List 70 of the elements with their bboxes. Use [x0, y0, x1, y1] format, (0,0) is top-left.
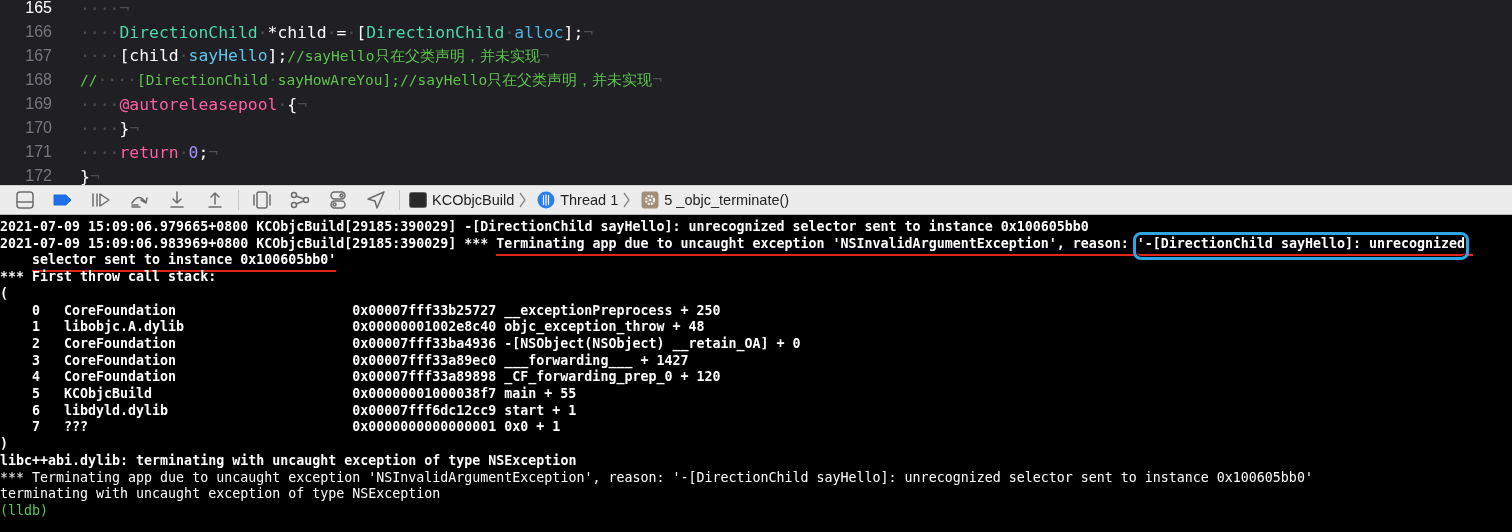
frame-symbol: 0x0 + 1	[504, 419, 561, 437]
frame-address: 0x00007fff6dc12cc9	[352, 402, 497, 420]
frame-symbol: objc_exception_throw + 48	[504, 319, 705, 336]
frame-address: 0x00007fff33b25727	[352, 302, 497, 320]
frame-index: 2	[32, 335, 41, 353]
chevron-icon	[519, 191, 528, 209]
console-line: )	[0, 436, 9, 453]
console-line: *** First throw call stack:	[0, 269, 218, 286]
console-line: (	[0, 285, 9, 303]
console-line: terminating with uncaught exception of type NSException	[0, 486, 442, 503]
frame-index: 3	[32, 352, 41, 370]
frame-library: CoreFoundation	[64, 335, 177, 353]
code-line: }¬	[80, 166, 100, 185]
line-number: 169	[24, 95, 52, 113]
code-line: ····@autoreleasepool·{¬	[80, 94, 307, 114]
console-line: *** Terminating app due to uncaught exception 'NSInvalidArgumentException', reason: '-[DirectionChild sayHello]: unrecognized selector sent to instance 0x100605bb0'	[0, 469, 1314, 487]
frame-address: 0x00007fff33ba4936	[352, 335, 497, 353]
line-number: 167	[24, 47, 52, 65]
code-line: ····[child·sayHello];//sayHello只在父类声明，并未实现¬	[80, 46, 550, 66]
breadcrumb-item[interactable]: 5 _objc_terminate()	[664, 192, 790, 208]
frame-library: ???	[64, 419, 89, 437]
frame-address: 0x0000000000000001	[352, 419, 497, 437]
frame-library: CoreFoundation	[64, 352, 177, 369]
terminal-icon	[409, 192, 427, 208]
frame-index: 0	[32, 302, 41, 320]
line-number: 168	[24, 71, 52, 89]
line-number: 165	[24, 0, 52, 17]
frame-library: CoreFoundation	[64, 302, 177, 319]
code-line: ····DirectionChild·*child·=·[DirectionChild·alloc];¬	[80, 22, 594, 42]
frame-symbol: ___forwarding___ + 1427	[504, 352, 689, 369]
console-line: 2021-07-09 15:09:06.983969+0800 KCObjcBuild[29185:390029] *** Terminating app due to uncaught exception 'NSInvalidArgumentException', reason: '-[DirectionChild sayHello]: unrecognized selector sent to instance 0x100605bb0'	[0, 235, 1512, 270]
frame-symbol: _CF_forwarding_prep_0 + 120	[504, 369, 721, 386]
line-number: 171	[24, 143, 52, 161]
frame-address: 0x00000001002e8c40	[352, 319, 497, 336]
debug-area-toggle-icon[interactable]	[14, 189, 36, 211]
memory-graph-icon[interactable]	[289, 189, 311, 211]
code-line: ····return·0;¬	[80, 142, 219, 162]
frame-library: KCObjcBuild	[64, 386, 153, 403]
gear-icon	[641, 191, 660, 209]
console-line: libc++abi.dylib: terminating with uncaught exception of type NSException	[0, 452, 578, 470]
debugger-prompt: (lldb)	[0, 502, 50, 520]
frame-index: 1	[32, 319, 41, 336]
frame-address: 0x00007fff33a89ec0	[352, 352, 497, 370]
line-number: 166	[24, 23, 52, 41]
frame-index: 4	[32, 369, 41, 387]
frame-address: 0x00007fff33a89898	[352, 369, 497, 387]
frame-symbol: start + 1	[504, 402, 577, 420]
breadcrumb-item[interactable]: KCObjcBuild	[432, 192, 515, 208]
thread-icon	[537, 191, 556, 209]
chevron-icon	[623, 191, 632, 209]
code-line: ····¬	[80, 0, 130, 18]
frame-symbol: __exceptionPreprocess + 250	[504, 302, 721, 319]
frame-index: 6	[32, 402, 41, 420]
breadcrumb-item[interactable]: Thread 1	[560, 192, 619, 208]
frame-library: libdyld.dylib	[64, 402, 169, 420]
frame-library: CoreFoundation	[64, 369, 177, 386]
frame-symbol: main + 55	[504, 386, 577, 403]
code-line: ····}¬	[80, 118, 140, 138]
line-number: 170	[24, 119, 52, 137]
toggle-switches-icon[interactable]	[327, 189, 349, 211]
frame-index: 7	[32, 419, 41, 437]
line-number: 172	[24, 167, 52, 185]
code-line: //····[DirectionChild·sayHowAreYou];//sayHello只在父类声明，并未实现¬	[80, 70, 663, 90]
frame-index: 5	[32, 386, 41, 403]
console-line: 2021-07-09 15:09:06.979665+0800 KCObjcBuild[29185:390029] -[DirectionChild sayHello]: unrecognized selector sent to instance 0x100605bb0	[0, 219, 1090, 236]
frame-library: libobjc.A.dylib	[64, 319, 185, 336]
view-debugger-icon[interactable]	[251, 189, 273, 211]
frame-symbol: -[NSObject(NSObject) __retain_OA] + 0	[504, 335, 801, 353]
location-arrow-icon[interactable]	[365, 189, 387, 211]
frame-address: 0x00000001000038f7	[352, 386, 497, 403]
